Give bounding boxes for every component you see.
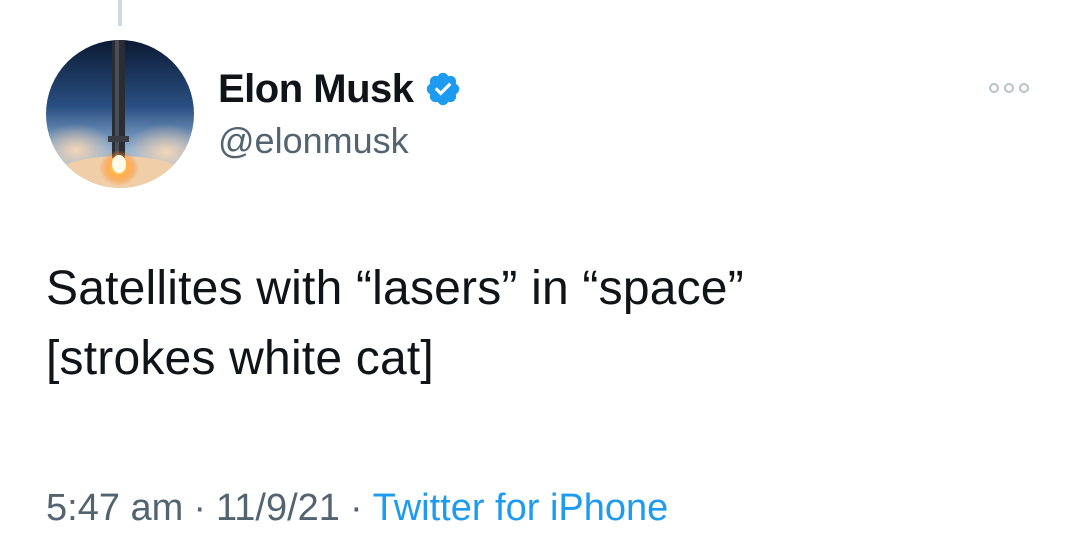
tweet-time[interactable]: 5:47 am [46, 487, 183, 529]
tweet-source-link[interactable]: Twitter for iPhone [373, 487, 669, 529]
tweet-metadata: 5:47 am · 11/9/21 · Twitter for iPhone [46, 484, 668, 532]
meta-separator: · [193, 487, 206, 529]
author-name-row: Elon Musk [218, 62, 462, 116]
verified-badge-icon [424, 70, 462, 108]
tweet-date[interactable]: 11/9/21 [216, 487, 340, 529]
tweet-text: Satellites with “lasers” in “space” [str… [46, 254, 1046, 394]
author-display-name[interactable]: Elon Musk [218, 67, 414, 112]
tweet-author[interactable]: Elon Musk @elonmusk [218, 62, 462, 162]
tweet-text-line: [strokes white cat] [46, 332, 434, 385]
more-options-icon[interactable] [988, 80, 1030, 96]
avatar[interactable] [46, 40, 194, 188]
author-handle[interactable]: @elonmusk [218, 120, 462, 162]
thread-connector-line [118, 0, 122, 26]
tweet-text-line: Satellites with “lasers” in “space” [46, 262, 744, 315]
rocket-launch-avatar-image [46, 40, 194, 188]
meta-separator: · [349, 487, 363, 529]
